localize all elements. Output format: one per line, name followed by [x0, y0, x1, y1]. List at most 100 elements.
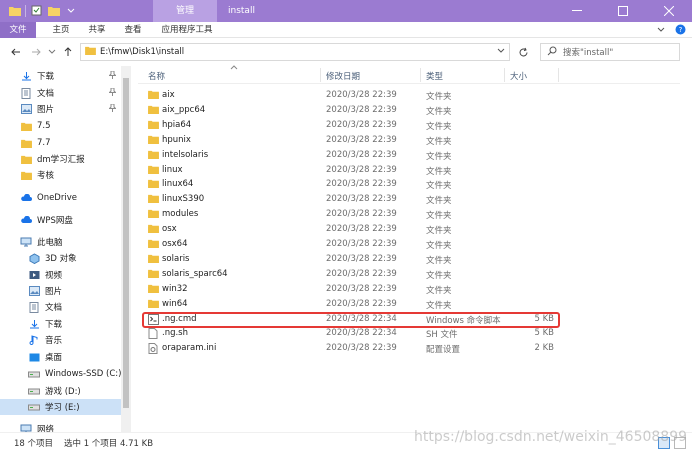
download-icon	[28, 318, 40, 330]
file-name: linux	[162, 164, 183, 175]
sidebar-item[interactable]: dm学习汇报	[0, 151, 122, 167]
search-box[interactable]: 搜索"install"	[540, 43, 680, 61]
sidebar-item-label: 7.7	[37, 138, 51, 148]
sidebar-item[interactable]: 7.7	[0, 135, 122, 151]
sidebar-item[interactable]: OneDrive	[0, 190, 122, 206]
window-title: install	[228, 6, 255, 16]
file-row[interactable]: osx64 2020/3/28 22:39 文件夹	[138, 237, 680, 252]
file-row[interactable]: intelsolaris 2020/3/28 22:39 文件夹	[138, 148, 680, 163]
sidebar-item[interactable]: 视频	[0, 267, 122, 283]
sidebar-item[interactable]: 桌面	[0, 349, 122, 365]
folder-icon	[148, 224, 159, 235]
folder-icon	[148, 299, 159, 310]
chevron-down-icon[interactable]	[64, 4, 77, 17]
sidebar-item[interactable]: 下载	[0, 316, 122, 332]
sidebar-item[interactable]: 下载	[0, 68, 122, 84]
sidebar-item[interactable]: 此电脑	[0, 234, 122, 250]
sidebar-item[interactable]: 游戏 (D:)	[0, 383, 122, 399]
sidebar-item[interactable]: 7.5	[0, 118, 122, 134]
desktop-icon	[28, 351, 40, 363]
file-name: solaris_sparc64	[162, 268, 228, 279]
sidebar-item-label: WPS网盘	[37, 216, 73, 226]
file-type: 配置设置	[426, 345, 461, 356]
folder-icon	[148, 239, 159, 250]
column-size[interactable]: 大小	[510, 70, 527, 82]
file-row[interactable]: win64 2020/3/28 22:39 文件夹	[138, 297, 680, 312]
sidebar-item[interactable]: 音乐	[0, 332, 122, 348]
sidebar-item[interactable]: 学习 (E:)	[0, 399, 122, 415]
pin-icon	[108, 87, 117, 98]
file-row[interactable]: hpunix 2020/3/28 22:39 文件夹	[138, 133, 680, 148]
sidebar-item[interactable]: 图片	[0, 283, 122, 299]
address-dropdown-icon[interactable]	[497, 47, 505, 57]
column-type[interactable]: 类型	[426, 70, 443, 82]
tab-home[interactable]: 主页	[44, 22, 78, 38]
file-modified: 2020/3/28 22:39	[326, 149, 397, 160]
file-type: 文件夹	[426, 300, 452, 311]
close-button[interactable]	[646, 0, 692, 22]
file-row[interactable]: win32 2020/3/28 22:39 文件夹	[138, 282, 680, 297]
properties-icon[interactable]	[30, 4, 43, 17]
file-row[interactable]: linuxS390 2020/3/28 22:39 文件夹	[138, 192, 680, 207]
column-modified[interactable]: 修改日期	[326, 70, 360, 82]
column-separator[interactable]	[504, 68, 505, 82]
folder-icon	[148, 179, 159, 190]
selection-info: 选中 1 个项目 4.71 KB	[64, 439, 154, 449]
picture-icon	[28, 285, 40, 297]
maximize-button[interactable]	[600, 0, 646, 22]
address-bar[interactable]: E:\fmw\Disk1\install	[80, 43, 510, 61]
sidebar-scroll-thumb[interactable]	[123, 78, 129, 408]
refresh-button[interactable]	[514, 43, 532, 61]
sidebar-item[interactable]: WPS网盘	[0, 212, 122, 228]
sidebar-item[interactable]: Windows-SSD (C:)	[0, 366, 122, 382]
column-separator[interactable]	[320, 68, 321, 82]
tab-app-tools[interactable]: 应用程序工具	[155, 22, 219, 38]
minimize-button[interactable]	[554, 0, 600, 22]
back-button[interactable]	[8, 44, 24, 60]
file-row[interactable]: solaris 2020/3/28 22:39 文件夹	[138, 252, 680, 267]
sidebar-item[interactable]: 文档	[0, 299, 122, 315]
up-button[interactable]	[60, 44, 76, 60]
column-name[interactable]: 名称	[148, 70, 165, 82]
file-row[interactable]: solaris_sparc64 2020/3/28 22:39 文件夹	[138, 267, 680, 282]
file-type: 文件夹	[426, 270, 452, 281]
sidebar-item[interactable]: 考核	[0, 167, 122, 183]
new-folder-icon[interactable]	[47, 4, 60, 17]
sidebar-item[interactable]: 3D 对象	[0, 250, 122, 266]
file-row[interactable]: .ng.sh 2020/3/28 22:34 SH 文件 5 KB	[138, 326, 680, 341]
expand-ribbon-icon[interactable]	[657, 26, 665, 36]
help-icon[interactable]: ?	[675, 24, 686, 38]
recent-locations-button[interactable]	[44, 44, 60, 60]
sidebar-item[interactable]: 图片	[0, 101, 122, 117]
column-separator[interactable]	[420, 68, 421, 82]
file-row[interactable]: modules 2020/3/28 22:39 文件夹	[138, 207, 680, 222]
file-row[interactable]: linux 2020/3/28 22:39 文件夹	[138, 163, 680, 178]
tab-view[interactable]: 查看	[116, 22, 150, 38]
file-name: linux64	[162, 179, 194, 190]
file-row[interactable]: osx 2020/3/28 22:39 文件夹	[138, 222, 680, 237]
forward-button[interactable]	[28, 44, 44, 60]
file-modified: 2020/3/28 22:39	[326, 209, 397, 220]
sidebar-item-label: 图片	[45, 287, 63, 297]
svg-text:?: ?	[679, 26, 683, 34]
column-separator[interactable]	[558, 68, 559, 82]
file-row[interactable]: aix 2020/3/28 22:39 文件夹	[138, 88, 680, 103]
file-row[interactable]: aix_ppc64 2020/3/28 22:39 文件夹	[138, 103, 680, 118]
cloud-icon	[20, 214, 32, 226]
divider	[25, 4, 26, 17]
tab-share[interactable]: 共享	[80, 22, 114, 38]
sidebar-item[interactable]: 文档	[0, 85, 122, 101]
file-row[interactable]: linux64 2020/3/28 22:39 文件夹	[138, 177, 680, 192]
tab-manage[interactable]: 管理	[153, 0, 217, 22]
tab-file[interactable]: 文件	[0, 22, 36, 38]
file-type: 文件夹	[426, 151, 452, 162]
folder-icon	[20, 169, 32, 181]
file-row[interactable]: hpia64 2020/3/28 22:39 文件夹	[138, 118, 680, 133]
sidebar-scrollbar[interactable]	[121, 66, 131, 432]
folder-icon[interactable]	[8, 4, 21, 17]
file-modified: 2020/3/28 22:39	[326, 298, 397, 309]
file-row[interactable]: oraparam.ini 2020/3/28 22:39 配置设置 2 KB	[138, 341, 680, 356]
file-modified: 2020/3/28 22:39	[326, 283, 397, 294]
ribbon: 文件 主页 共享 查看 应用程序工具 ?	[0, 22, 692, 38]
folder-icon	[148, 194, 159, 205]
